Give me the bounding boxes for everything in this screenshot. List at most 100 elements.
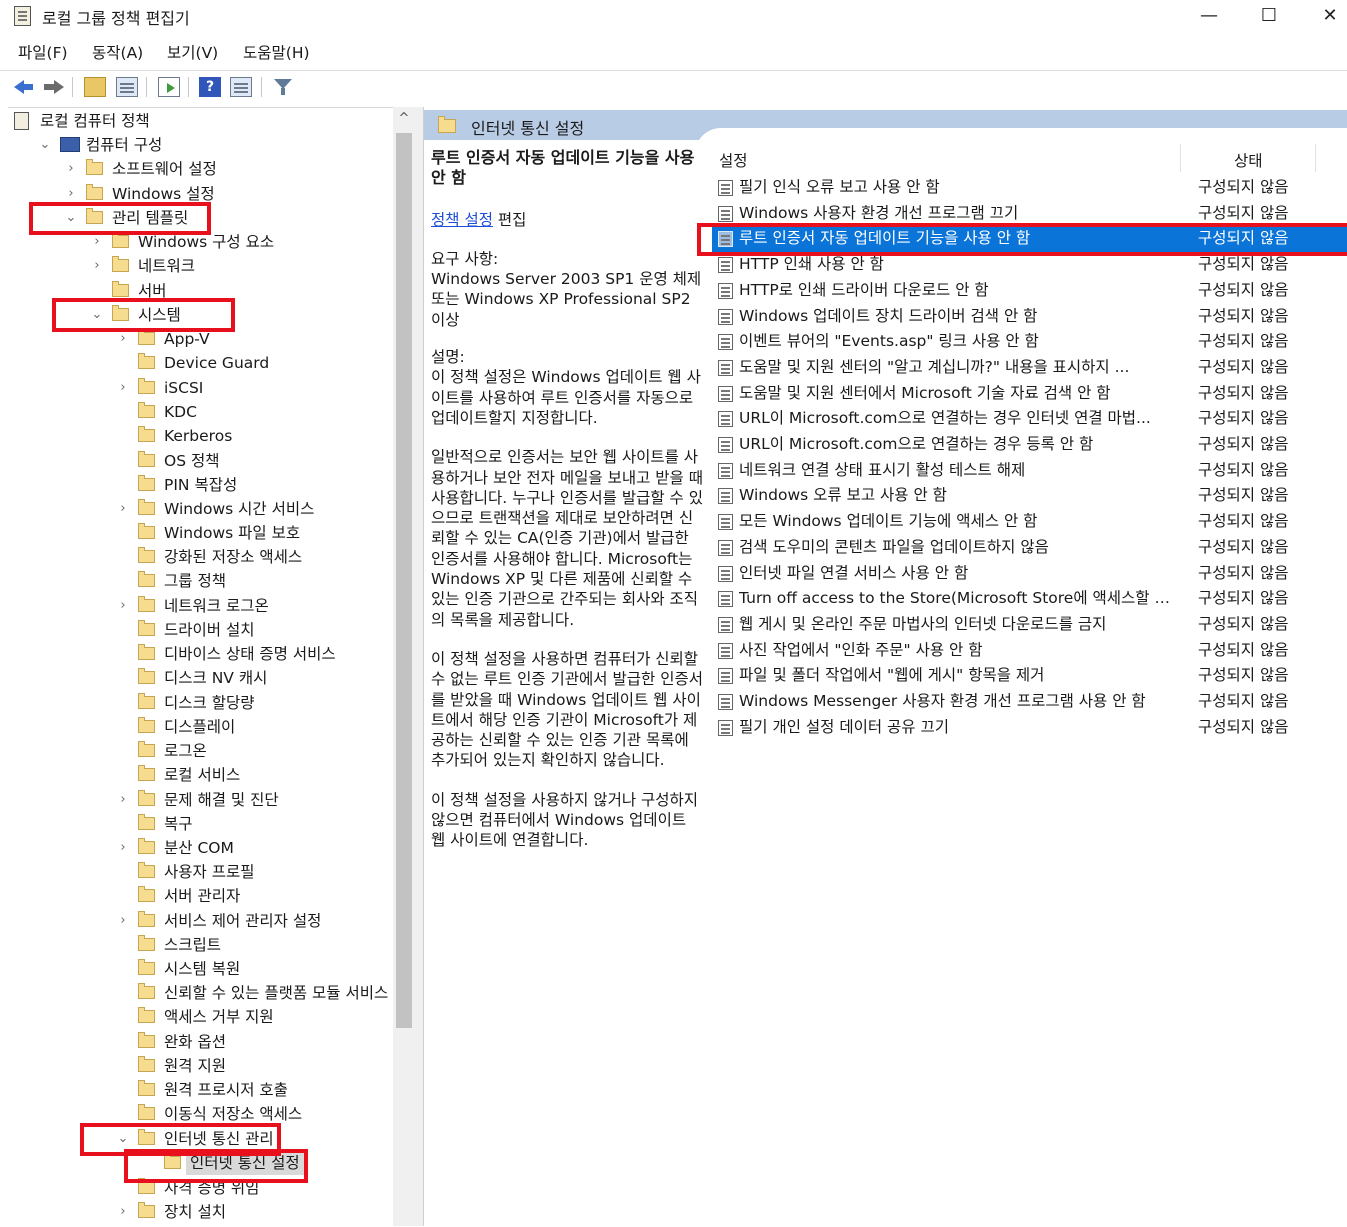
tree-expander-icon[interactable] [116,424,130,448]
tree-expander-icon[interactable] [116,449,130,473]
tree-expander-icon[interactable] [116,400,130,424]
setting-row[interactable]: URL이 Microsoft.com으로 연결하는 경우 인터넷 연결 마법..… [712,406,1347,432]
policy-setting-icon [718,205,733,222]
scrollbar-thumb[interactable] [396,133,412,1028]
tree-expander-icon[interactable]: › [64,157,78,181]
up-folder-icon[interactable] [84,77,106,97]
tree-expander-icon[interactable]: › [116,594,130,618]
setting-state: 구성되지 않음 [1198,666,1289,685]
tree-item-label: 디스크 할당량 [164,694,255,712]
setting-row[interactable]: 필기 개인 설정 데이터 공유 끄기 구성되지 않음 [712,715,1347,741]
tree-expander-icon[interactable]: › [116,376,130,400]
menu-file[interactable]: 파일(F) [18,41,68,63]
tree-expander-icon[interactable] [116,642,130,666]
back-arrow-icon[interactable] [12,77,34,97]
export-list-icon[interactable] [158,77,180,97]
pane-splitter[interactable] [415,107,424,1226]
tree-expander-icon[interactable] [116,957,130,981]
setting-row[interactable]: 네트워크 연결 상태 표시기 활성 테스트 해제 구성되지 않음 [712,458,1347,484]
setting-row[interactable]: 파일 및 폴더 작업에서 "웹에 게시" 항목을 제거 구성되지 않음 [712,663,1347,689]
tree-item-label: 완화 옵션 [164,1033,226,1051]
menu-action[interactable]: 동작(A) [92,41,143,63]
setting-row[interactable]: Windows 업데이트 장치 드라이버 검색 안 함 구성되지 않음 [712,304,1347,330]
tree-expander-icon[interactable] [116,691,130,715]
tree-item-label: 원격 지원 [164,1057,226,1075]
tree-expander-icon[interactable]: › [116,909,130,933]
tree-expander-icon[interactable] [116,666,130,690]
extended-view-icon[interactable] [230,77,252,97]
scroll-up-icon[interactable]: ^ [393,111,415,126]
tree-expander-icon[interactable] [116,739,130,763]
column-header-state[interactable]: 상태 [1234,149,1263,171]
tree-expander-icon[interactable]: ⌄ [38,133,52,157]
edit-policy-link[interactable]: 정책 설정 [431,211,493,229]
tree-expander-icon[interactable] [116,1005,130,1029]
column-header-setting[interactable]: 설정 [719,149,748,171]
minimize-button[interactable]: — [1179,0,1239,32]
column-separator[interactable] [1180,144,1181,172]
tree-expander-icon[interactable]: › [116,788,130,812]
console-tree: 로컬 컴퓨터 정책 ⌄ 컴퓨터 구성 › 소프트웨어 설정 › Windows 설정 ⌄ 관리 … [8,107,415,1227]
tree-expander-icon[interactable] [116,351,130,375]
tree-expander-icon[interactable] [116,545,130,569]
tree-expander-icon[interactable]: › [116,1200,130,1224]
tree-expander-icon[interactable]: › [116,497,130,521]
setting-row[interactable]: Windows Messenger 사용자 환경 개선 프로그램 사용 안 함 구… [712,689,1347,715]
setting-name: Turn off access to the Store(Microsoft S… [739,589,1181,608]
menu-help[interactable]: 도움말(H) [243,41,310,63]
setting-row[interactable]: Turn off access to the Store(Microsoft S… [712,586,1347,612]
tree-scrollbar[interactable]: ^ [393,107,415,1226]
tree-item-label: PIN 복잡성 [164,476,238,494]
tree-expander-icon[interactable]: › [116,836,130,860]
folder-icon [138,814,155,830]
setting-row[interactable]: 도움말 및 지원 센터에서 Microsoft 기술 자료 검색 안 함 구성되지… [712,381,1347,407]
tree-item-label: 디바이스 상태 증명 서비스 [164,645,336,663]
tree-expander-icon[interactable] [116,860,130,884]
edit-policy-line: 정책 설정 편집 [431,210,704,230]
maximize-button[interactable]: ☐ [1239,0,1299,32]
setting-row[interactable]: Windows 오류 보고 사용 안 함 구성되지 않음 [712,483,1347,509]
folder-icon [138,911,155,927]
tree-expander-icon[interactable] [116,1030,130,1054]
setting-row[interactable]: 웹 게시 및 온라인 주문 마법사의 인터넷 다운로드를 금지 구성되지 않음 [712,612,1347,638]
folder-icon [138,451,155,467]
setting-row[interactable]: 모든 Windows 업데이트 기능에 액세스 안 함 구성되지 않음 [712,509,1347,535]
policy-setting-icon [718,616,733,633]
setting-row[interactable]: 이벤트 뷰어의 "Events.asp" 링크 사용 안 함 구성되지 않음 [712,329,1347,355]
tree-expander-icon[interactable] [116,715,130,739]
tree-item-label: 서비스 제어 관리자 설정 [164,912,322,930]
setting-row[interactable]: 사진 작업에서 "인화 주문" 사용 안 함 구성되지 않음 [712,638,1347,664]
policy-setting-icon [718,180,733,196]
column-separator[interactable] [1315,144,1316,172]
tree-expander-icon[interactable] [116,1054,130,1078]
show-hide-tree-icon[interactable] [116,77,138,97]
setting-row[interactable]: 필기 인식 오류 보고 사용 안 함 구성되지 않음 [712,175,1347,201]
folder-icon [138,378,155,394]
forward-arrow-icon[interactable] [42,77,64,97]
list-header: 설정 상태 [712,144,1347,172]
tree-expander-icon[interactable] [116,884,130,908]
folder-icon [86,159,103,175]
tree-expander-icon[interactable] [116,763,130,787]
setting-row[interactable]: URL이 Microsoft.com으로 연결하는 경우 등록 안 함 구성되지 … [712,432,1347,458]
setting-row[interactable]: 인터넷 파일 연결 서비스 사용 안 함 구성되지 않음 [712,561,1347,587]
tree-expander-icon[interactable] [116,981,130,1005]
policy-setting-icon [718,334,733,351]
tree-expander-icon[interactable]: › [90,254,104,278]
tree-expander-icon[interactable] [116,473,130,497]
menu-view[interactable]: 보기(V) [167,41,218,63]
tree-expander-icon[interactable] [116,569,130,593]
setting-row[interactable]: 도움말 및 지원 센터의 "알고 계십니까?" 내용을 표시하지 ... 구성되지… [712,355,1347,381]
tree-expander-icon[interactable] [116,1078,130,1102]
tree-item-label: 복구 [164,815,193,833]
tree-expander-icon[interactable] [116,521,130,545]
close-button[interactable]: ✕ [1300,0,1347,32]
tree-expander-icon[interactable] [116,933,130,957]
help-icon[interactable]: ? [199,77,221,97]
tree-expander-icon[interactable] [116,812,130,836]
filter-icon[interactable] [272,77,294,97]
setting-name: HTTP로 인쇄 드라이버 다운로드 안 함 [739,280,989,299]
setting-row[interactable]: HTTP로 인쇄 드라이버 다운로드 안 함 구성되지 않음 [712,278,1347,304]
tree-expander-icon[interactable] [116,618,130,642]
setting-row[interactable]: 검색 도우미의 콘텐츠 파일을 업데이트하지 않음 구성되지 않음 [712,535,1347,561]
